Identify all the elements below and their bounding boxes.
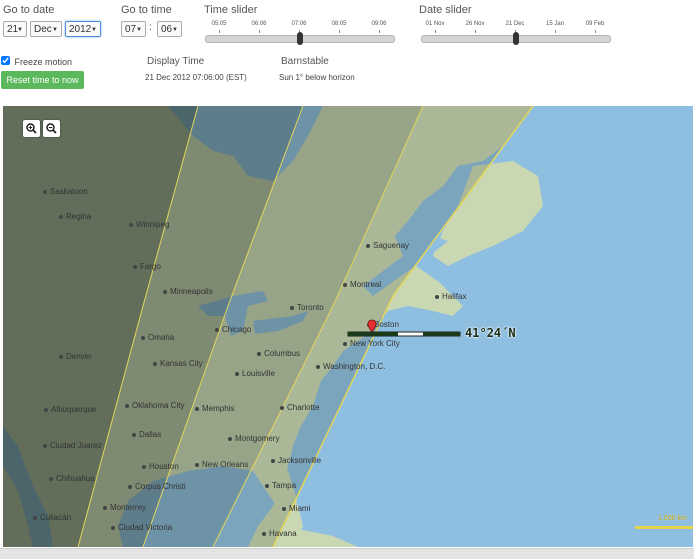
- year-value: 2012: [69, 24, 92, 35]
- time-tick-mark: [339, 30, 340, 33]
- city-label: Columbus: [257, 349, 300, 358]
- city-label: New Orleans: [195, 460, 248, 469]
- chevron-down-icon: ▼: [172, 27, 178, 33]
- time-slider-handle[interactable]: [297, 32, 303, 45]
- latitude-readout: 41°24´N: [465, 326, 516, 340]
- date-tick-label: 15 Jan: [545, 21, 565, 27]
- chevron-down-icon: ▼: [136, 27, 142, 33]
- time-tick-mark: [259, 30, 260, 33]
- chevron-down-icon: ▼: [52, 27, 58, 33]
- day-select[interactable]: 21 ▼: [3, 21, 27, 37]
- city-label: Louisville: [235, 369, 275, 378]
- city-label: Chihuahua: [49, 474, 95, 483]
- time-tick-label: 08:05: [331, 21, 347, 27]
- hour-value: 07: [125, 24, 137, 35]
- time-tick-label: 06:06: [251, 21, 267, 27]
- zoom-in-icon: [26, 123, 37, 134]
- city-label: Montreal: [343, 280, 381, 289]
- time-tick-mark: [219, 30, 220, 33]
- date-tick-mark: [555, 30, 556, 33]
- city-label: Charlotte: [280, 403, 319, 412]
- display-time-value: 21 Dec 2012 07:06:00 (EST): [145, 73, 247, 82]
- time-tick-label: 09:06: [371, 21, 387, 27]
- city-label: Miami: [282, 504, 310, 513]
- city-label: Denver: [59, 352, 92, 361]
- city-label: Saskatoon: [43, 187, 88, 196]
- month-value: Dec: [34, 24, 52, 35]
- year-select[interactable]: 2012 ▼: [65, 21, 101, 37]
- scale-label: 1,000 km: [658, 515, 687, 522]
- minute-value: 06: [161, 24, 173, 35]
- city-label: Toronto: [290, 303, 324, 312]
- city-label: Havana: [262, 529, 297, 538]
- time-tick-mark: [379, 30, 380, 33]
- city-label: Fargo: [133, 262, 161, 271]
- city-label: Monterrey: [103, 503, 146, 512]
- go-to-time-label: Go to time: [121, 4, 172, 16]
- scale-bar: [635, 526, 693, 529]
- chevron-down-icon: ▼: [17, 27, 23, 33]
- date-tick-label: 09 Feb: [585, 21, 605, 27]
- location-pin-icon[interactable]: [367, 319, 377, 333]
- city-label: Jacksonville: [271, 456, 321, 465]
- city-label: Oklahoma City: [125, 401, 184, 410]
- month-select[interactable]: Dec ▼: [30, 21, 62, 37]
- reset-time-button[interactable]: Reset time to now: [1, 71, 84, 89]
- city-label: Saguenay: [366, 241, 409, 250]
- date-tick-mark: [435, 30, 436, 33]
- freeze-motion-checkbox[interactable]: [1, 56, 10, 66]
- zoom-out-icon: [46, 123, 57, 134]
- time-separator: :: [149, 22, 152, 33]
- date-tick-mark: [595, 30, 596, 33]
- city-label: Winnipeg: [129, 220, 169, 229]
- city-label: Kansas City: [153, 359, 203, 368]
- city-label: Halifax: [435, 292, 466, 301]
- hour-select[interactable]: 07 ▼: [121, 21, 146, 37]
- go-to-date-label: Go to date: [3, 4, 55, 16]
- city-label: Omaha: [141, 333, 174, 342]
- horizontal-scrollbar[interactable]: [0, 548, 694, 559]
- date-tick-label: 26 Nov: [465, 21, 485, 27]
- freeze-motion-label: Freeze motion: [14, 57, 72, 67]
- city-label: Montgomery: [228, 434, 279, 443]
- date-tick-label: 21 Dec: [505, 21, 525, 27]
- date-tick-mark: [475, 30, 476, 33]
- time-tick-label: 05:05: [211, 21, 227, 27]
- city-label: Dallas: [132, 430, 161, 439]
- sun-status: Sun 1° below horizon: [279, 73, 355, 82]
- display-time-label: Display Time: [147, 56, 205, 67]
- city-label: Corpus Christi: [128, 482, 186, 491]
- city-label: Culiacán: [33, 513, 71, 522]
- date-slider-handle[interactable]: [513, 32, 519, 45]
- zoom-out-button[interactable]: [43, 120, 60, 137]
- time-slider[interactable]: [205, 32, 395, 45]
- date-tick-label: 01 Nov: [425, 21, 445, 27]
- freeze-motion-toggle[interactable]: Freeze motion: [1, 52, 72, 70]
- time-tick-label: 07:06: [291, 21, 307, 27]
- city-label: Ciudad Victoria: [111, 523, 172, 532]
- map-canvas: [3, 106, 693, 547]
- map-view[interactable]: Saskatoon Regina Winnipeg Fargo Minneapolis O…: [3, 106, 693, 547]
- date-slider[interactable]: [421, 32, 611, 45]
- location-name: Barnstable: [281, 56, 329, 67]
- chevron-down-icon: ▼: [91, 27, 97, 33]
- city-label: Ciudad Juarez: [43, 441, 102, 450]
- city-label: Minneapolis: [163, 287, 213, 296]
- city-label: Regina: [59, 212, 91, 221]
- city-label: Albuquerque: [44, 405, 96, 414]
- time-slider-label: Time slider: [204, 4, 258, 16]
- city-label: Washington, D.C.: [316, 362, 385, 371]
- city-label: New York City: [343, 339, 400, 348]
- city-label: Houston: [142, 462, 179, 471]
- latitude-bar-dark-2: [423, 332, 460, 336]
- city-label: Memphis: [195, 404, 234, 413]
- city-label: Tampa: [265, 481, 296, 490]
- zoom-in-button[interactable]: [23, 120, 40, 137]
- minute-select[interactable]: 06 ▼: [157, 21, 182, 37]
- city-label: Chicago: [215, 325, 251, 334]
- date-slider-label: Date slider: [419, 4, 472, 16]
